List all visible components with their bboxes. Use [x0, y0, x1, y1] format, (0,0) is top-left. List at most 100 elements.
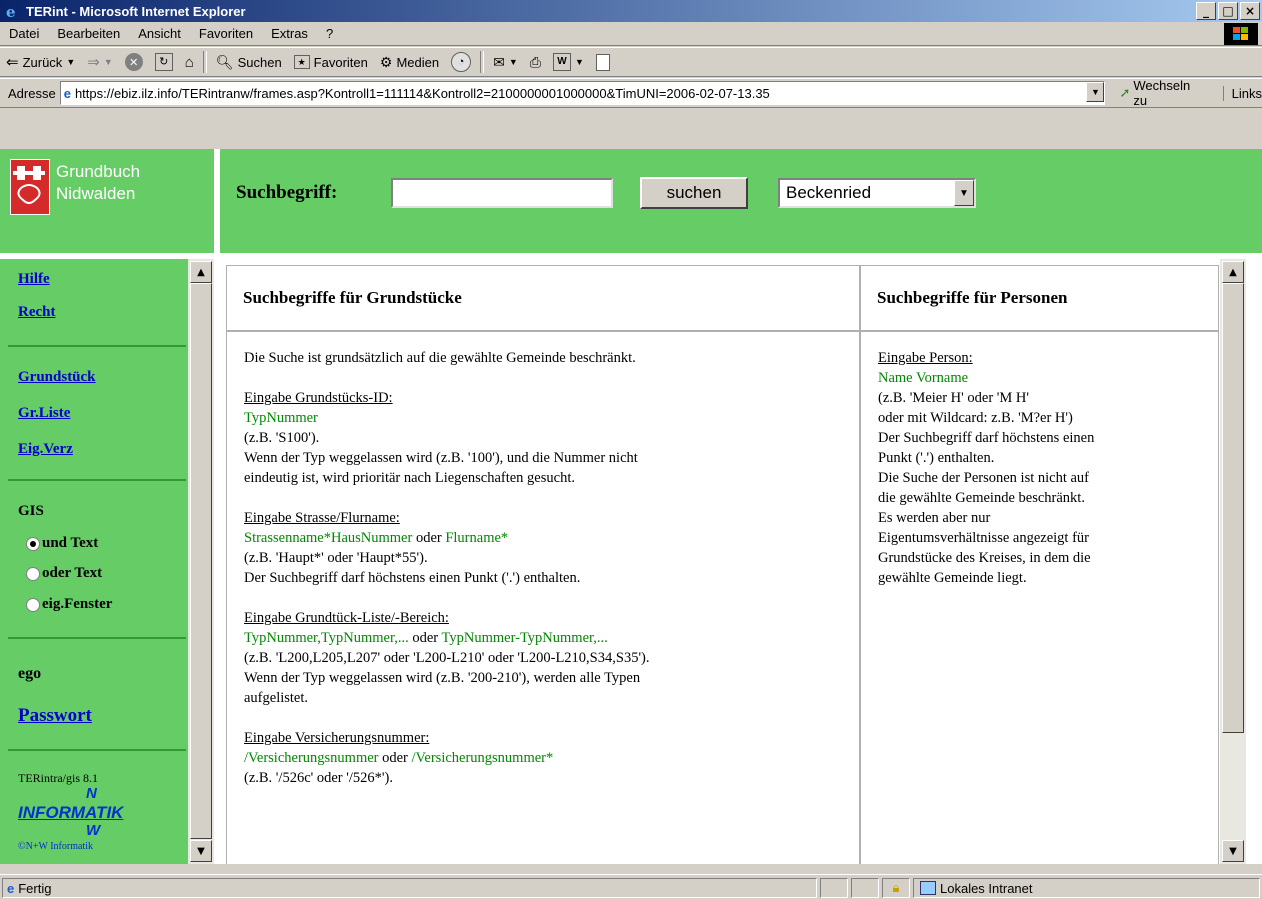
- liste-example: (z.B. 'L200,L205,L207' oder 'L200-L210' …: [244, 650, 650, 666]
- brand-w: W: [86, 822, 101, 839]
- scroll-up-icon[interactable]: ▲: [1222, 261, 1244, 283]
- person-line: Die Suche der Personen ist nicht auf: [878, 470, 1090, 486]
- radio-oder-text[interactable]: oder Text: [26, 565, 102, 582]
- back-arrow-icon: ⇐: [6, 54, 19, 71]
- mail-icon: ✉: [493, 53, 505, 70]
- home-button[interactable]: ⌂: [179, 49, 200, 75]
- home-icon: ⌂: [184, 53, 194, 71]
- address-dropdown-button[interactable]: ▼: [1086, 82, 1105, 102]
- stop-button[interactable]: ✕: [119, 49, 149, 75]
- scroll-thumb[interactable]: [190, 283, 212, 839]
- personen-heading-text: Suchbegriffe für Personen: [877, 288, 1068, 307]
- version-label: TERintra/gis 8.1: [18, 771, 98, 785]
- brand-text: INFORMATIK: [18, 803, 124, 822]
- grundstuecke-heading-text: Suchbegriffe für Grundstücke: [243, 288, 462, 307]
- page-icon: e: [7, 880, 15, 896]
- or-text: oder: [412, 530, 446, 546]
- go-label: Wechseln zu: [1133, 78, 1191, 108]
- radio-eig-fenster[interactable]: eig.Fenster: [26, 596, 112, 613]
- versicherung-wildcard-format: /Versicherungsnummer*: [411, 750, 554, 766]
- chevron-down-icon: ▼: [508, 57, 518, 67]
- toolbar-separator: [480, 51, 485, 73]
- discuss-button[interactable]: [590, 49, 616, 75]
- nav-recht[interactable]: Recht: [18, 304, 56, 321]
- status-main-pane: e Fertig: [2, 878, 817, 898]
- radio-und-text[interactable]: und Text: [26, 535, 98, 552]
- media-label: Medien: [396, 54, 440, 70]
- logo-line1: Grundbuch: [56, 162, 141, 181]
- go-button[interactable]: ➚ Wechseln zu: [1113, 78, 1212, 108]
- person-line: die gewählte Gemeinde beschränkt.: [878, 490, 1085, 506]
- versicherung-title: Eingabe Versicherungsnummer:: [244, 730, 430, 746]
- copyright-text: ©N+W Informatik: [18, 841, 93, 852]
- nav-scrollbar[interactable]: ▲ ▼: [188, 259, 214, 864]
- scroll-down-icon[interactable]: ▼: [1222, 840, 1244, 862]
- versicherung-format: /Versicherungsnummer: [244, 750, 379, 766]
- nav-hilfe[interactable]: Hilfe: [18, 271, 50, 288]
- nav-divider: [8, 637, 186, 639]
- links-button[interactable]: Links: [1222, 85, 1262, 101]
- search-toolbar-button[interactable]: 🔍︎ Suchen: [210, 49, 288, 75]
- maximize-button[interactable]: □: [1218, 2, 1238, 20]
- person-line: Grundstücke des Kreises, in dem die: [878, 550, 1091, 566]
- lock-icon: 🔒︎: [892, 880, 900, 895]
- menu-extras[interactable]: Extras: [262, 26, 317, 41]
- nav-grundstueck[interactable]: Grundstück: [18, 369, 96, 386]
- nav-grliste[interactable]: Gr.Liste: [18, 405, 70, 422]
- radio-eig-fenster-label: eig.Fenster: [42, 596, 113, 612]
- personen-heading: Suchbegriffe für Personen: [860, 265, 1219, 331]
- search-input[interactable]: [391, 178, 613, 208]
- grundstueck-id-text2: eindeutig ist, wird prioritär nach Liege…: [244, 470, 575, 486]
- print-button[interactable]: ⎙: [524, 49, 547, 75]
- menu-help[interactable]: ?: [317, 26, 342, 41]
- grundstueck-id-example: (z.B. 'S100').: [244, 430, 320, 446]
- favorites-button[interactable]: ★ Favoriten: [288, 49, 374, 75]
- nav-passwort[interactable]: Passwort: [18, 705, 92, 727]
- media-button[interactable]: ⚙ Medien: [374, 49, 445, 75]
- menu-favoriten[interactable]: Favoriten: [190, 26, 262, 41]
- menu-bearbeiten[interactable]: Bearbeiten: [48, 26, 129, 41]
- forward-button[interactable]: ⇒ ▼: [81, 49, 119, 75]
- radio-und-text-label: und Text: [42, 535, 99, 551]
- menu-datei[interactable]: Datei: [0, 26, 48, 41]
- close-button[interactable]: ×: [1240, 2, 1260, 20]
- refresh-button[interactable]: ↻: [149, 49, 179, 75]
- minimize-button[interactable]: _: [1196, 2, 1216, 20]
- gis-label: GIS: [18, 503, 44, 519]
- grundstueck-id-title: Eingabe Grundstücks-ID:: [244, 390, 393, 406]
- edit-button[interactable]: W ▼: [547, 49, 590, 75]
- content-scrollbar[interactable]: ▲ ▼: [1220, 259, 1246, 864]
- chevron-down-icon: ▼: [574, 57, 584, 67]
- favorites-icon: ★: [293, 55, 310, 69]
- nav-divider: [8, 479, 186, 481]
- back-button[interactable]: ⇐ Zurück ▼: [0, 49, 81, 75]
- grundstuecke-help: Die Suche ist grundsätzlich auf die gewä…: [226, 331, 860, 864]
- user-name: ego: [18, 665, 42, 682]
- windows-logo-icon: [1224, 23, 1258, 45]
- radio-icon: [26, 566, 40, 581]
- scroll-thumb[interactable]: [1222, 283, 1244, 733]
- address-field[interactable]: e https://ebiz.ilz.info/TERintranw/frame…: [59, 81, 1106, 105]
- gemeinde-value: Beckenried: [786, 183, 872, 202]
- grundstueck-id-text1: Wenn der Typ weggelassen wird (z.B. '100…: [244, 450, 638, 466]
- mail-button[interactable]: ✉ ▼: [487, 49, 524, 75]
- nw-informatik-logo[interactable]: N INFORMATIK W ©N+W Informatik: [18, 785, 168, 855]
- logo[interactable]: Grundbuch Nidwalden: [10, 159, 210, 217]
- gemeinde-select[interactable]: Beckenried ▼: [778, 178, 976, 208]
- status-text: Fertig: [18, 880, 52, 896]
- nav-eigverz[interactable]: Eig.Verz: [18, 441, 73, 458]
- strasse-format: Strassenname*HausNummer: [244, 530, 413, 546]
- person-line: Es werden aber nur: [878, 510, 991, 526]
- history-button[interactable]: ◔: [445, 49, 477, 75]
- menu-ansicht[interactable]: Ansicht: [129, 26, 190, 41]
- strasse-text: Der Suchbegriff darf höchstens einen Pun…: [244, 570, 581, 586]
- search-button[interactable]: suchen: [640, 177, 748, 209]
- intranet-icon: [920, 881, 936, 895]
- person-title: Eingabe Person:: [878, 350, 973, 366]
- content-frame: Suchbegriffe für Grundstücke Suchbegriff…: [220, 259, 1262, 864]
- scroll-up-icon[interactable]: ▲: [190, 261, 212, 283]
- strasse-example: (z.B. 'Haupt*' oder 'Haupt*55').: [244, 550, 428, 566]
- or-text: oder: [408, 630, 442, 646]
- scroll-down-icon[interactable]: ▼: [190, 840, 212, 862]
- person-format: Name Vorname: [878, 370, 969, 386]
